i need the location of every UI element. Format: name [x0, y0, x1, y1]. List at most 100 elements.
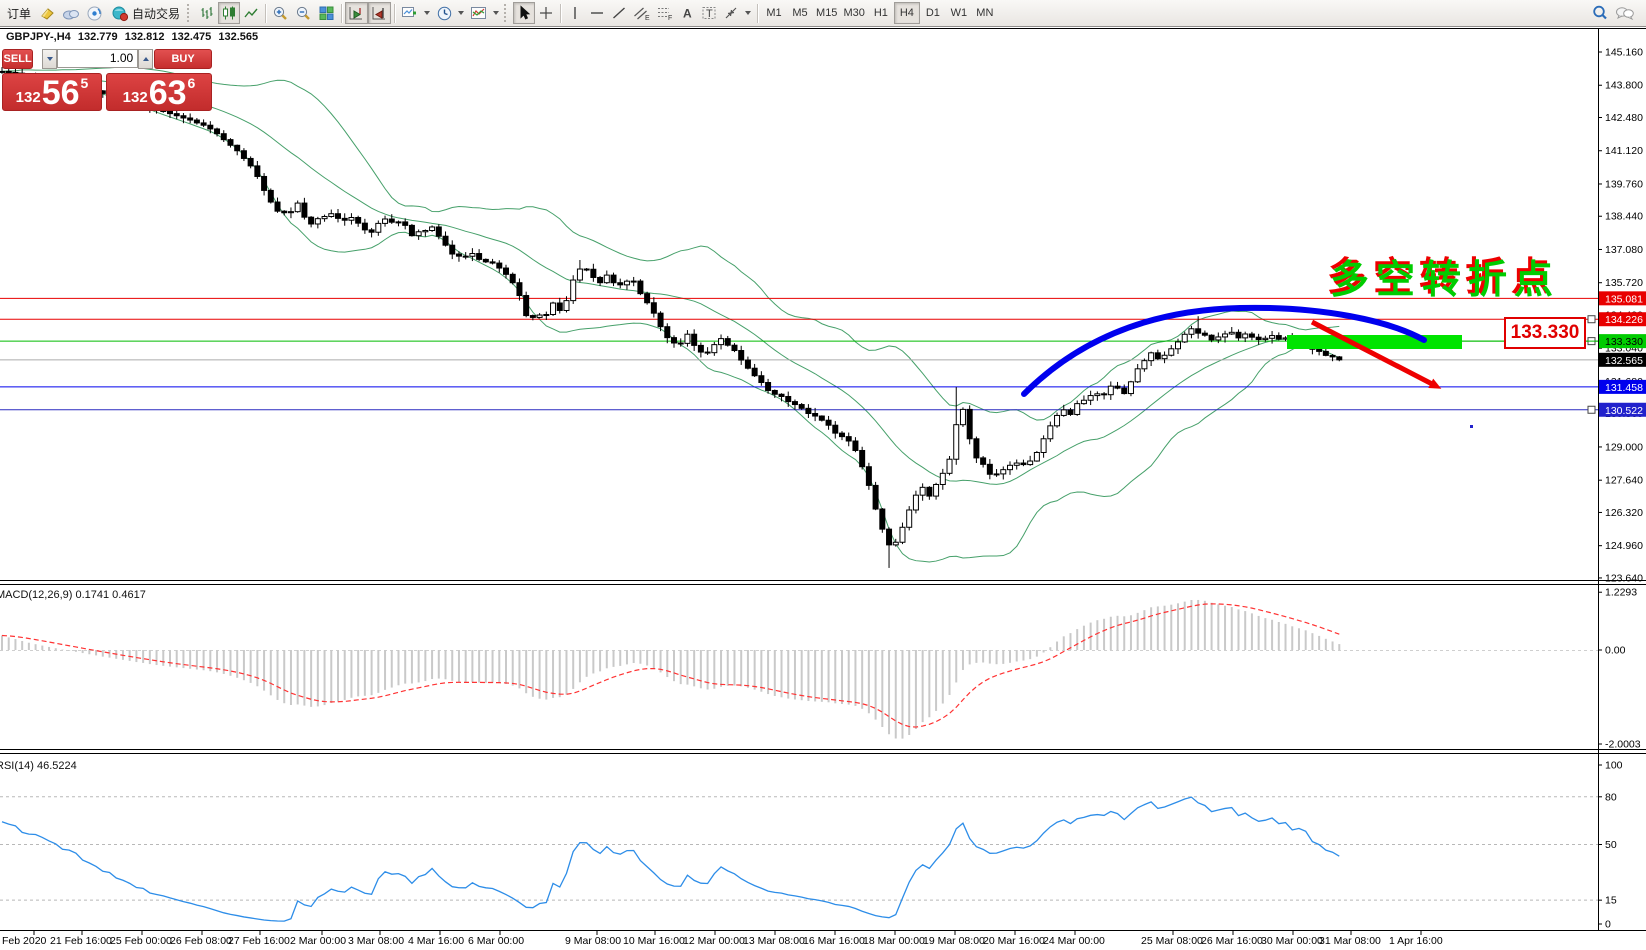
- candle-body: [1014, 463, 1019, 465]
- channel-tool-button[interactable]: E: [630, 2, 653, 24]
- text-tool-button[interactable]: A: [676, 2, 698, 24]
- fibonacci-tool-button[interactable]: F: [653, 2, 676, 24]
- candle-body: [389, 219, 394, 222]
- chart-background[interactable]: [0, 28, 1646, 931]
- line-chart-button[interactable]: [240, 2, 262, 24]
- bid-price-button[interactable]: 132 56 5: [2, 73, 102, 111]
- zoom-in-icon: [272, 5, 289, 22]
- toolbar-separator: [394, 4, 395, 23]
- candle-body: [564, 301, 569, 311]
- selection-handle[interactable]: [1588, 316, 1595, 323]
- bar-chart-button[interactable]: [196, 2, 218, 24]
- candle-body: [282, 211, 287, 213]
- candle-body: [1122, 388, 1127, 393]
- candle-body: [369, 230, 374, 232]
- timeframe-d1-button[interactable]: D1: [920, 2, 946, 24]
- shapes-tool-button[interactable]: [720, 2, 754, 24]
- volume-decrease-button[interactable]: [42, 49, 57, 69]
- trendline-tool-button[interactable]: [608, 2, 630, 24]
- hline-tool-button[interactable]: [586, 2, 608, 24]
- candle-body: [1276, 336, 1281, 340]
- candle-body: [322, 216, 327, 218]
- candle-body: [1041, 439, 1046, 453]
- chart-shift-button[interactable]: [368, 2, 391, 24]
- timeframe-m30-button[interactable]: M30: [840, 2, 867, 24]
- candle-body: [880, 509, 885, 529]
- time-axis-label: 10 Mar 16:00: [623, 935, 685, 947]
- candle-body: [362, 223, 367, 230]
- timeframe-w1-button[interactable]: W1: [946, 2, 972, 24]
- price-tag-label: 130.522: [1605, 405, 1643, 417]
- zoom-out-icon: [295, 5, 312, 22]
- vline-tool-button[interactable]: [564, 2, 586, 24]
- chat-icon: [1615, 5, 1635, 22]
- indicators-button[interactable]: [467, 2, 502, 24]
- chat-button[interactable]: [1612, 2, 1638, 24]
- zoom-out-button[interactable]: [292, 2, 315, 24]
- candle-body: [1256, 337, 1261, 339]
- search-button[interactable]: [1588, 2, 1612, 24]
- crosshair-icon: [538, 5, 554, 21]
- candle-body: [383, 219, 388, 223]
- price-callout-box[interactable]: 133.330: [1504, 317, 1586, 349]
- zoom-in-button[interactable]: [269, 2, 292, 24]
- timeframe-m15-button[interactable]: M15: [813, 2, 840, 24]
- candle-body: [772, 390, 777, 394]
- label-tool-button[interactable]: T: [698, 2, 720, 24]
- volume-input[interactable]: 1.00: [57, 49, 138, 68]
- candle-body: [490, 262, 495, 263]
- candle-body: [497, 263, 502, 268]
- volume-increase-button[interactable]: [138, 49, 153, 69]
- bid-prefix: 132: [16, 90, 41, 105]
- new-chart-button[interactable]: [398, 2, 433, 24]
- ask-big-digits: 63: [149, 80, 187, 108]
- timeframe-h1-button[interactable]: H1: [868, 2, 894, 24]
- news-button[interactable]: [59, 2, 83, 24]
- auto-scroll-button[interactable]: [345, 2, 368, 24]
- candle-body: [672, 338, 677, 343]
- candlestick-chart-icon: [221, 5, 237, 21]
- selection-handle[interactable]: [1588, 406, 1595, 413]
- triangle-down-icon: [47, 57, 53, 61]
- ask-price-button[interactable]: 132 63 6: [106, 73, 212, 111]
- candle-body: [934, 484, 939, 496]
- signal-button[interactable]: [83, 2, 106, 24]
- candle-body: [215, 129, 220, 134]
- candle-body: [1236, 332, 1241, 338]
- candle-body: [235, 145, 240, 150]
- timeframe-m5-button[interactable]: M5: [787, 2, 813, 24]
- buy-button[interactable]: BUY: [154, 49, 212, 69]
- timeframe-mn-button[interactable]: MN: [972, 2, 998, 24]
- candle-body: [1115, 386, 1120, 388]
- sell-button[interactable]: SELL: [2, 49, 33, 69]
- candle-body: [860, 450, 865, 466]
- time-axis-label: 2 Mar 00:00: [290, 935, 346, 947]
- candle-body: [268, 190, 273, 202]
- candle-body: [1270, 336, 1275, 339]
- ask-prefix: 132: [123, 90, 148, 105]
- candle-body: [584, 269, 589, 270]
- timeframe-h4-button[interactable]: H4: [894, 2, 920, 24]
- cursor-tool-button[interactable]: [513, 2, 535, 24]
- candle-body: [423, 231, 428, 232]
- candle-body: [745, 360, 750, 368]
- time-scale[interactable]: Feb 202021 Feb 16:0025 Feb 00:0026 Feb 0…: [2, 931, 1443, 947]
- crosshair-tool-button[interactable]: [535, 2, 557, 24]
- tile-windows-button[interactable]: [315, 2, 338, 24]
- candle-body: [678, 343, 683, 344]
- candle-body: [1263, 338, 1268, 339]
- candle-body: [275, 202, 280, 211]
- orders-button[interactable]: 订单: [2, 2, 36, 24]
- annotation-text[interactable]: 多空转折点: [1330, 249, 1560, 305]
- chart-canvas[interactable]: 145.160143.800142.480141.120139.760138.4…: [0, 0, 1646, 950]
- candle-body: [954, 425, 959, 460]
- timeframe-m1-button[interactable]: M1: [761, 2, 787, 24]
- toolbar-separator: [757, 4, 758, 23]
- time-axis-label: 26 Mar 16:00: [1201, 935, 1263, 947]
- new-order-button[interactable]: [36, 2, 59, 24]
- stray-dot: [1470, 425, 1473, 428]
- period-button[interactable]: [433, 2, 467, 24]
- candlestick-chart-button[interactable]: [218, 2, 240, 24]
- autotrade-button[interactable]: 自动交易: [106, 2, 185, 24]
- green-rectangle-object[interactable]: [1287, 335, 1462, 349]
